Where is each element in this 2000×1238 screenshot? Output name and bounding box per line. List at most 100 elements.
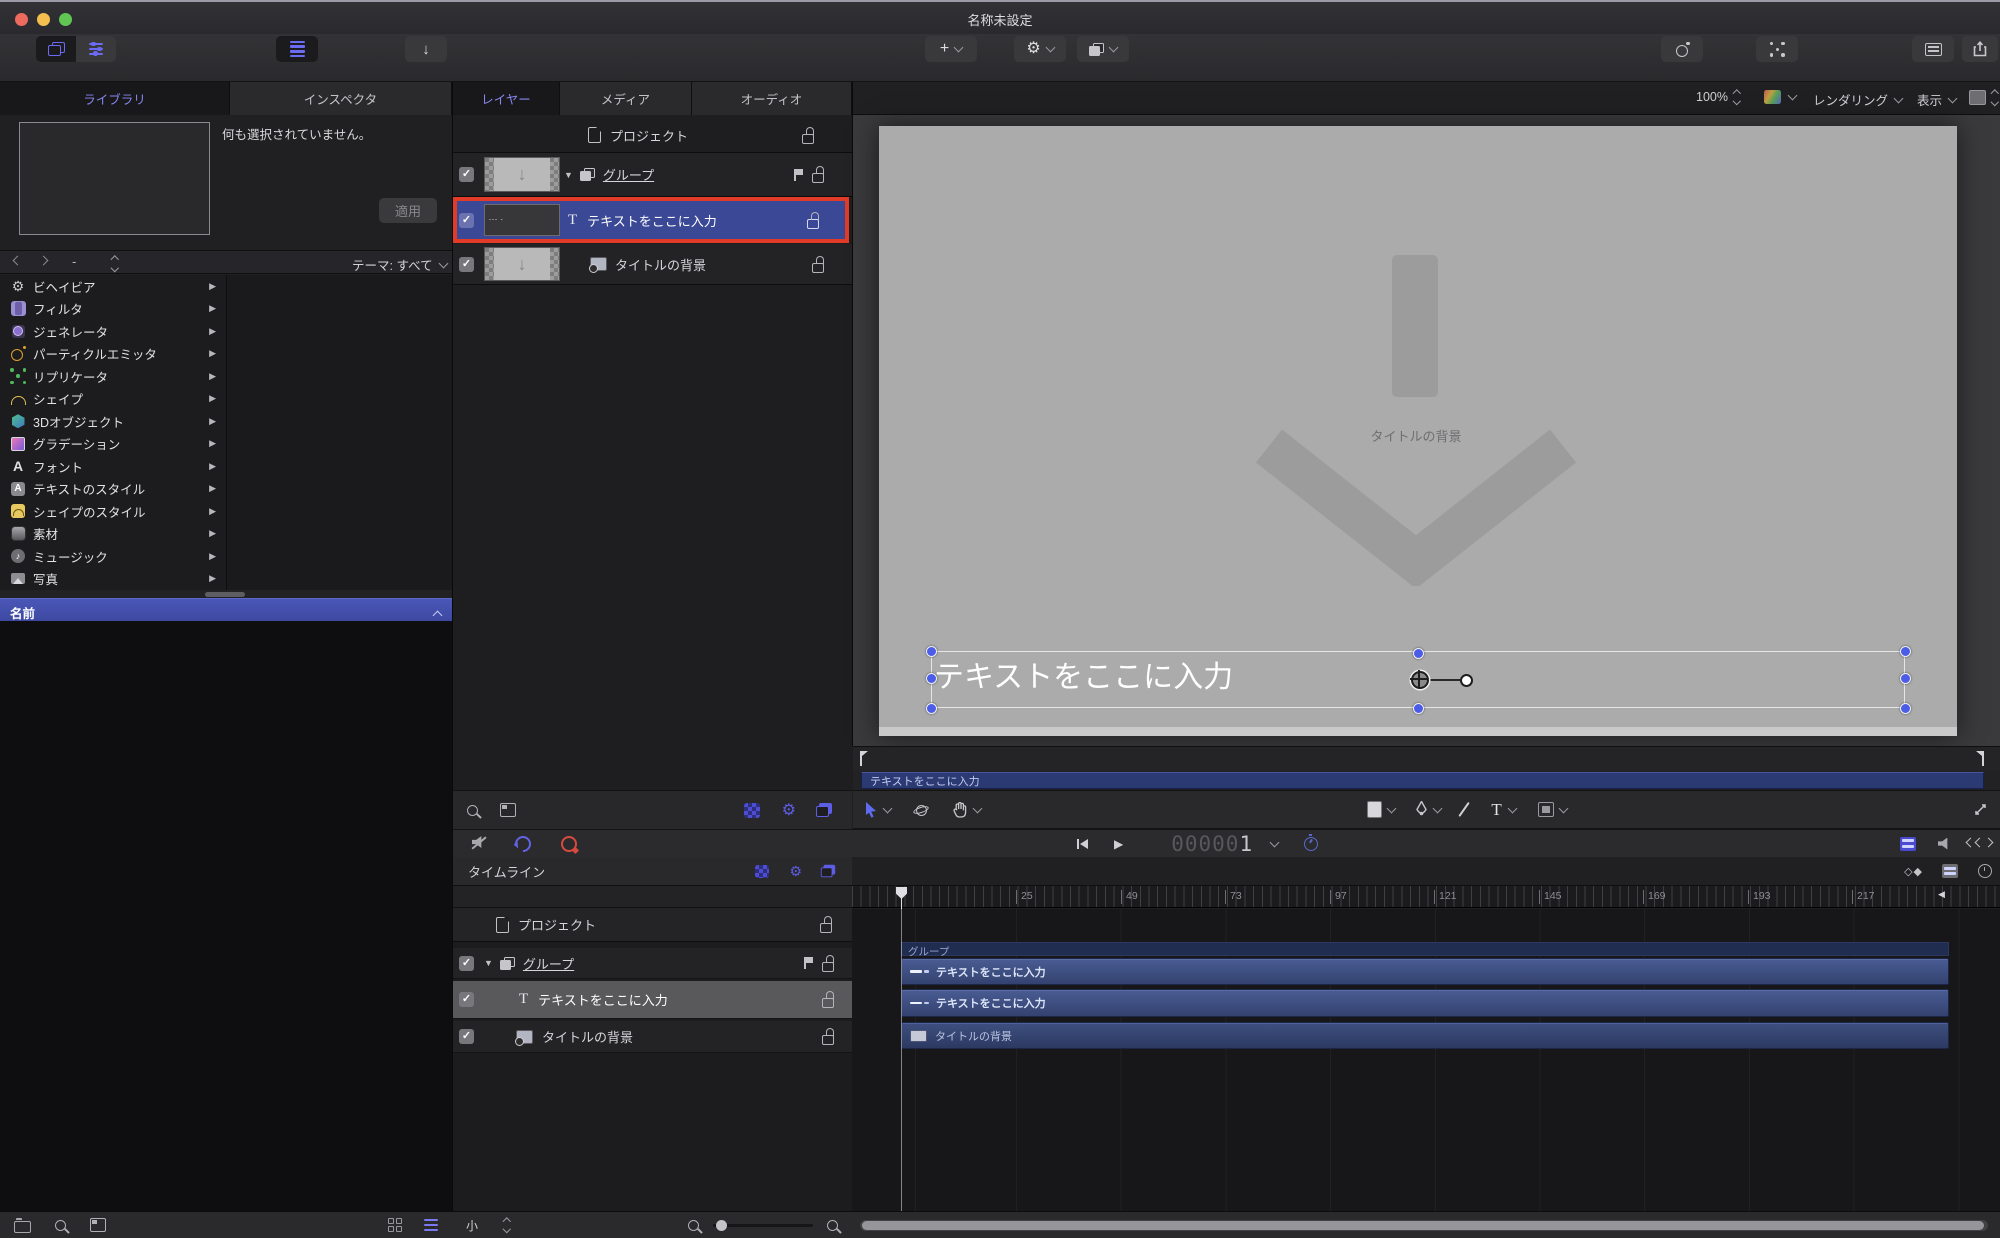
project-panel-button[interactable]	[276, 36, 318, 62]
library-item-replicators[interactable]: リプリケータ ▶	[0, 365, 226, 388]
expand-canvas-icon[interactable]	[1973, 802, 1988, 817]
zoom-level-control[interactable]: 100%	[1696, 89, 1741, 105]
tab-library[interactable]: ライブラリ	[0, 82, 230, 115]
icon-size-stepper[interactable]	[502, 1217, 511, 1233]
share-button[interactable]	[1962, 36, 1998, 62]
library-item-generators[interactable]: ジェネレータ ▶	[0, 320, 226, 343]
canvas[interactable]: タイトルの背景 テキストをここに入力	[879, 126, 1957, 736]
transform-3d-tool-icon[interactable]	[912, 802, 930, 818]
group-checkbox[interactable]: ✓	[459, 167, 474, 182]
text-layer-checkbox[interactable]: ✓	[459, 212, 474, 228]
flag-icon[interactable]	[804, 957, 814, 969]
display-mode-stepper[interactable]	[1990, 89, 1999, 106]
hand-tool-icon[interactable]	[953, 801, 968, 818]
background-checkbox[interactable]: ✓	[459, 256, 474, 272]
text-tool-chevron[interactable]	[1507, 803, 1518, 813]
library-item-fonts[interactable]: A フォント ▶	[0, 455, 226, 478]
timeline-clock-icon[interactable]	[1978, 864, 1992, 878]
unlock-icon[interactable]	[822, 954, 834, 972]
record-button[interactable]	[561, 835, 577, 852]
rectangle-tool-chevron[interactable]	[1386, 803, 1397, 813]
import-button[interactable]: ↓	[405, 36, 447, 62]
tab-layers[interactable]: レイヤー	[453, 82, 560, 115]
timecode-menu-chevron[interactable]	[1269, 837, 1280, 847]
selection-handle[interactable]	[1900, 703, 1911, 714]
group-track-bar[interactable]: グループ	[901, 942, 1949, 958]
playhead-line[interactable]	[901, 909, 902, 1211]
library-item-music[interactable]: ♪ ミュージック ▶	[0, 545, 226, 568]
timeline-h-scrollbar-thumb[interactable]	[861, 1220, 1984, 1230]
zoom-level-stepper[interactable]	[1732, 89, 1741, 105]
nav-stepper[interactable]	[110, 255, 119, 272]
library-item-filters[interactable]: フィルタ ▶	[0, 298, 226, 321]
timecode-display[interactable]: 00000 1	[1171, 832, 1253, 856]
selection-handle[interactable]	[1413, 703, 1424, 714]
theme-filter-menu[interactable]: テーマ: すべて	[352, 255, 449, 274]
tab-audio[interactable]: オーディオ	[692, 82, 852, 115]
search-icon[interactable]	[55, 1219, 66, 1231]
loop-playback-button[interactable]	[511, 832, 535, 855]
play-range-out-flag[interactable]	[1976, 751, 1982, 756]
group-disclosure-icon[interactable]: ▼	[484, 958, 493, 968]
filter-frame-icon[interactable]	[500, 803, 516, 817]
mask-tool-icon[interactable]	[1537, 802, 1554, 817]
nav-forward-button[interactable]	[38, 255, 49, 266]
text-track-bar[interactable]: テキストをここに入力	[901, 989, 1949, 1017]
mask-tool-chevron[interactable]	[1558, 803, 1569, 813]
anchor-handle-dot[interactable]	[1460, 674, 1473, 687]
unlock-icon[interactable]	[812, 166, 824, 183]
arrow-graphic[interactable]	[1249, 246, 1589, 586]
display-mode-control[interactable]	[1969, 89, 1999, 106]
tab-inspector[interactable]: インスペクタ	[230, 82, 452, 115]
canvas-text[interactable]: テキストをここに入力	[934, 652, 1233, 696]
list-view-icon[interactable]	[424, 1219, 438, 1231]
panel-divider[interactable]	[452, 82, 453, 1211]
library-item-3d-objects[interactable]: 3Dオブジェクト ▶	[0, 410, 226, 433]
playhead-line-ruler[interactable]	[901, 898, 902, 909]
select-tool-chevron[interactable]	[882, 803, 893, 813]
library-toolbar-button[interactable]	[36, 36, 76, 62]
timeline-filmstrip-icon[interactable]	[1942, 864, 1958, 878]
hand-tool-chevron[interactable]	[972, 803, 983, 813]
zoom-out-icon[interactable]	[687, 1219, 699, 1231]
library-item-particle-emitters[interactable]: パーティクルエミッタ ▶	[0, 343, 226, 366]
selected-layer-minibar[interactable]: テキストをここに入力	[861, 772, 1984, 789]
show-behaviors-icon[interactable]: ⚙	[782, 802, 796, 818]
layers-group-row[interactable]: ✓ ↓ ▼ グループ	[453, 153, 852, 197]
library-item-behaviors[interactable]: ⚙ ビヘイビア ▶	[0, 275, 226, 298]
timeline-show-layers-icon[interactable]	[820, 864, 836, 878]
group-checkbox[interactable]: ✓	[459, 955, 474, 971]
audio-enabled-icon[interactable]	[1938, 837, 1948, 850]
view-menu[interactable]: 表示	[1917, 90, 1958, 109]
timeline-group-row[interactable]: ✓ ▼ グループ	[453, 948, 852, 979]
go-to-start-button[interactable]	[1077, 838, 1088, 849]
play-range-out-marker[interactable]	[1982, 751, 1984, 766]
selection-handle[interactable]	[926, 673, 937, 684]
timeline-tracks-area[interactable]: グループ テキストをここに入力 テキストをここに入力 タイトルの背景	[852, 909, 2000, 1211]
unlock-icon[interactable]	[822, 1028, 834, 1045]
unlock-icon[interactable]	[822, 991, 834, 1008]
hud-button[interactable]	[1912, 36, 1954, 62]
group-disclosure-icon[interactable]: ▼	[564, 170, 573, 180]
keyframes-toggle-icon[interactable]: ◇ ◆	[1904, 865, 1922, 878]
rendering-menu[interactable]: レンダリング	[1813, 90, 1904, 109]
background-track-bar[interactable]: タイトルの背景	[901, 1022, 1949, 1049]
zoom-in-icon[interactable]	[826, 1219, 838, 1231]
library-item-shape-styles[interactable]: シェイプのスタイル ▶	[0, 500, 226, 523]
zoom-slider-thumb[interactable]	[715, 1219, 727, 1231]
panel-divider[interactable]	[852, 82, 853, 746]
flag-icon[interactable]	[794, 168, 804, 181]
behaviors-button[interactable]: ⚙	[1014, 36, 1066, 62]
unlock-icon[interactable]	[802, 126, 814, 144]
layers-background-row[interactable]: ✓ ↓ タイトルの背景	[453, 244, 852, 285]
layers-project-row[interactable]: プロジェクト	[453, 118, 852, 153]
shuttle-control[interactable]	[1965, 837, 1994, 847]
mute-audio-button[interactable]	[471, 836, 487, 851]
bezier-tool-chevron[interactable]	[1432, 803, 1443, 813]
show-video-timeline-icon[interactable]	[1900, 836, 1916, 851]
timeline-h-scrollbar[interactable]	[859, 1219, 1988, 1231]
text-selection-bbox[interactable]: テキストをここに入力	[926, 646, 1911, 714]
library-item-materials[interactable]: 素材 ▶	[0, 523, 226, 546]
timeline-show-behaviors-icon[interactable]: ⚙	[789, 863, 802, 879]
selection-handle[interactable]	[1413, 648, 1424, 659]
